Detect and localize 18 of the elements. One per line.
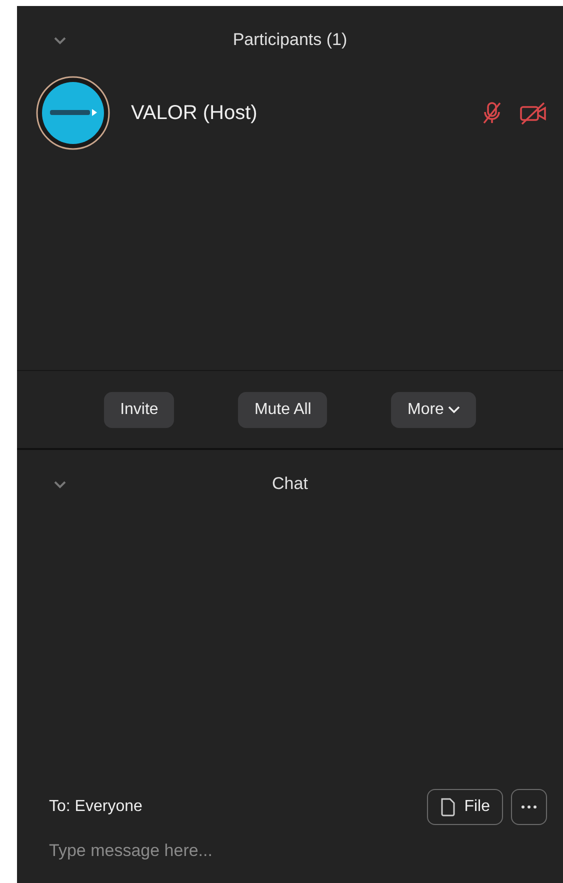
file-icon	[440, 797, 456, 817]
action-button[interactable]: Mute All	[238, 392, 328, 428]
muted-microphone-icon[interactable]	[481, 101, 503, 125]
panel-title: Participants (1)	[232, 29, 348, 52]
video-off-icon[interactable]	[519, 101, 547, 125]
panel-title: Chat	[272, 473, 308, 496]
avatar-icon	[36, 76, 110, 150]
recipient-label: To: Everyone	[49, 797, 142, 817]
action-button[interactable]: Invite	[104, 392, 174, 428]
participant-name: VALOR (Host)	[131, 101, 258, 126]
collapse-chevron-icon[interactable]	[53, 35, 67, 45]
caret-icon	[448, 406, 460, 414]
more-options-button[interactable]	[511, 789, 547, 825]
collapse-chevron-icon[interactable]	[53, 479, 67, 489]
action-button[interactable]: More	[391, 392, 476, 428]
more-icon	[521, 805, 537, 809]
file-button[interactable]: File	[427, 789, 503, 825]
message-input[interactable]: Type message here...	[49, 838, 547, 864]
